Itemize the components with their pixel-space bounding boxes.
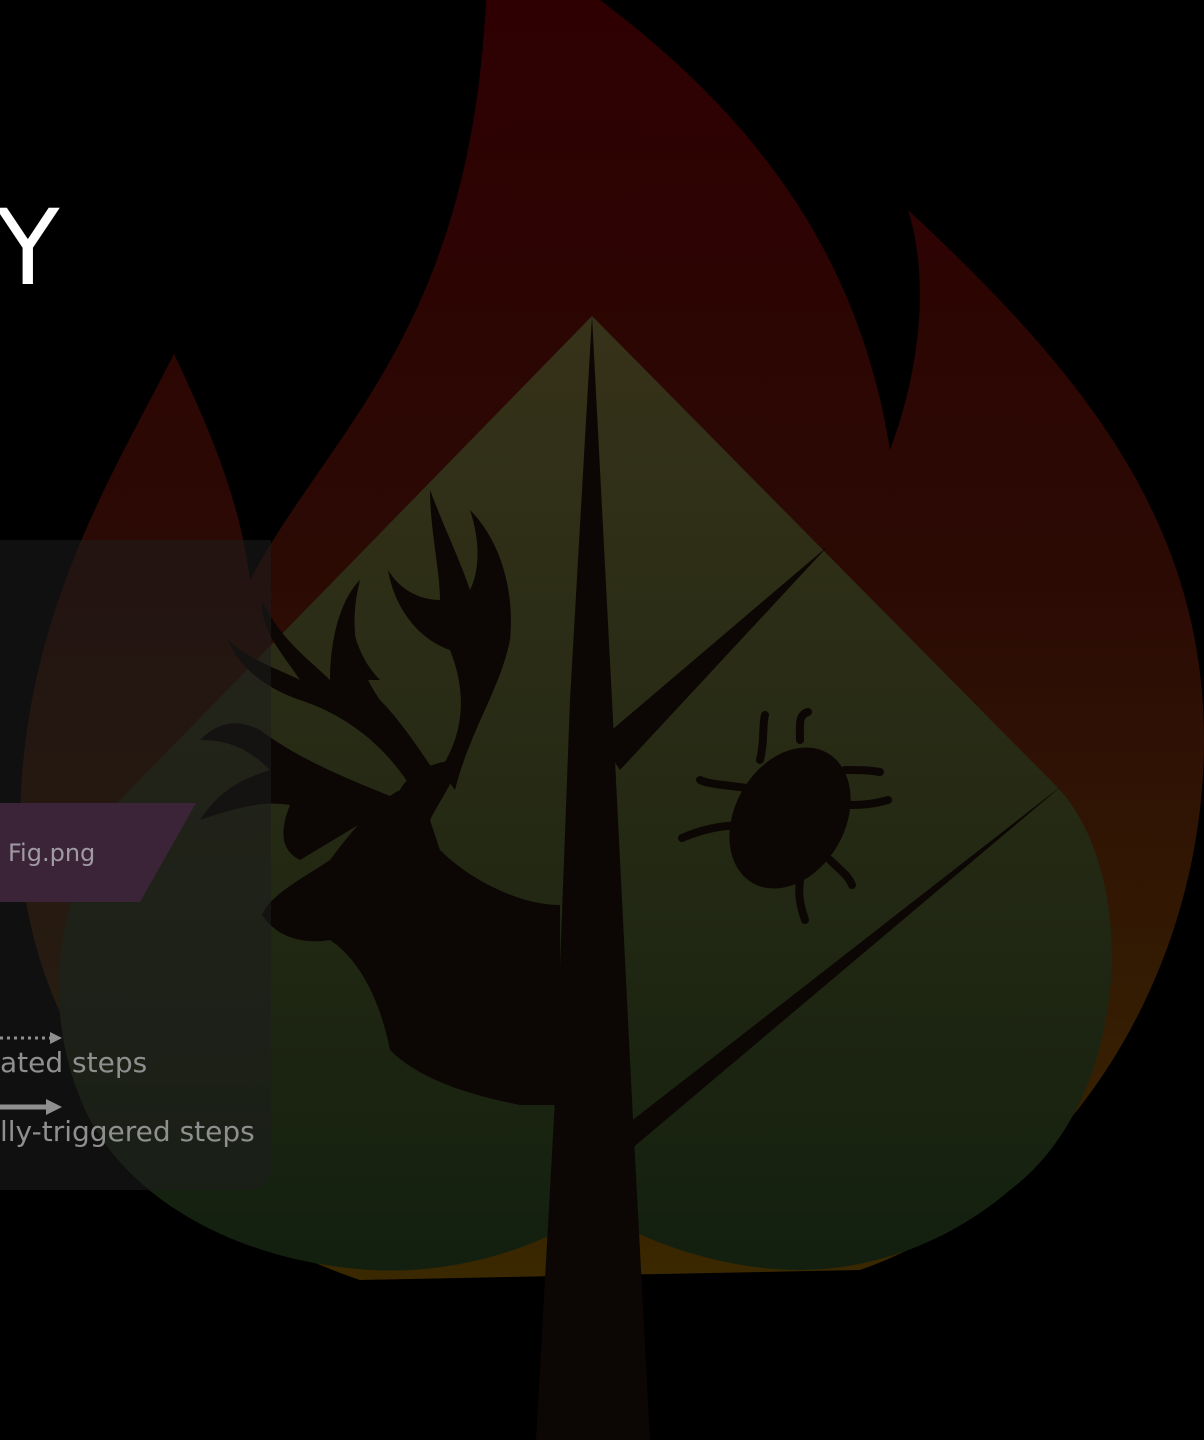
legend-label: lly-triggered steps (0, 1115, 255, 1148)
solid-arrow-icon (0, 1099, 62, 1115)
slide-title: Y (0, 187, 60, 309)
dotted-arrow-icon (0, 1032, 62, 1044)
file-node: Fig.png (0, 803, 196, 902)
legend-label: ated steps (0, 1046, 148, 1079)
file-node-label: Fig.png (8, 839, 96, 867)
